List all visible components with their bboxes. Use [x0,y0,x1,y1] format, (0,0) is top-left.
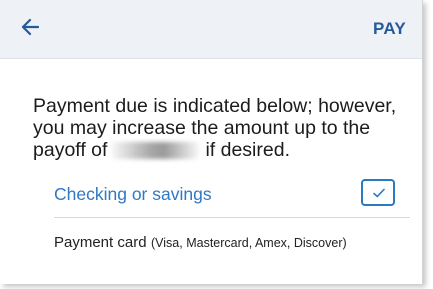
redacted-payoff-amount [111,142,200,159]
option-checking-or-savings[interactable]: Checking or savings [54,176,410,218]
option-detail: (Visa, Mastercard, Amex, Discover) [151,236,347,250]
checkmark-icon [373,188,385,198]
payment-message: Payment due is indicated below; however,… [33,95,418,161]
option-checkbox[interactable] [361,179,395,206]
option-label: Payment card [54,234,147,251]
top-bar: PAY [0,0,422,59]
option-payment-card[interactable]: Payment card (Visa, Mastercard, Amex, Di… [54,218,410,284]
arrow-left-icon [21,18,40,36]
pay-button[interactable]: PAY [373,19,406,39]
option-label: Checking or savings [54,184,212,204]
payment-screen: PAY Payment due is indicated below; howe… [0,0,423,284]
option-text: Payment card (Visa, Mastercard, Amex, Di… [54,232,354,254]
back-button[interactable] [21,17,40,37]
message-suffix: if desired. [205,139,290,161]
